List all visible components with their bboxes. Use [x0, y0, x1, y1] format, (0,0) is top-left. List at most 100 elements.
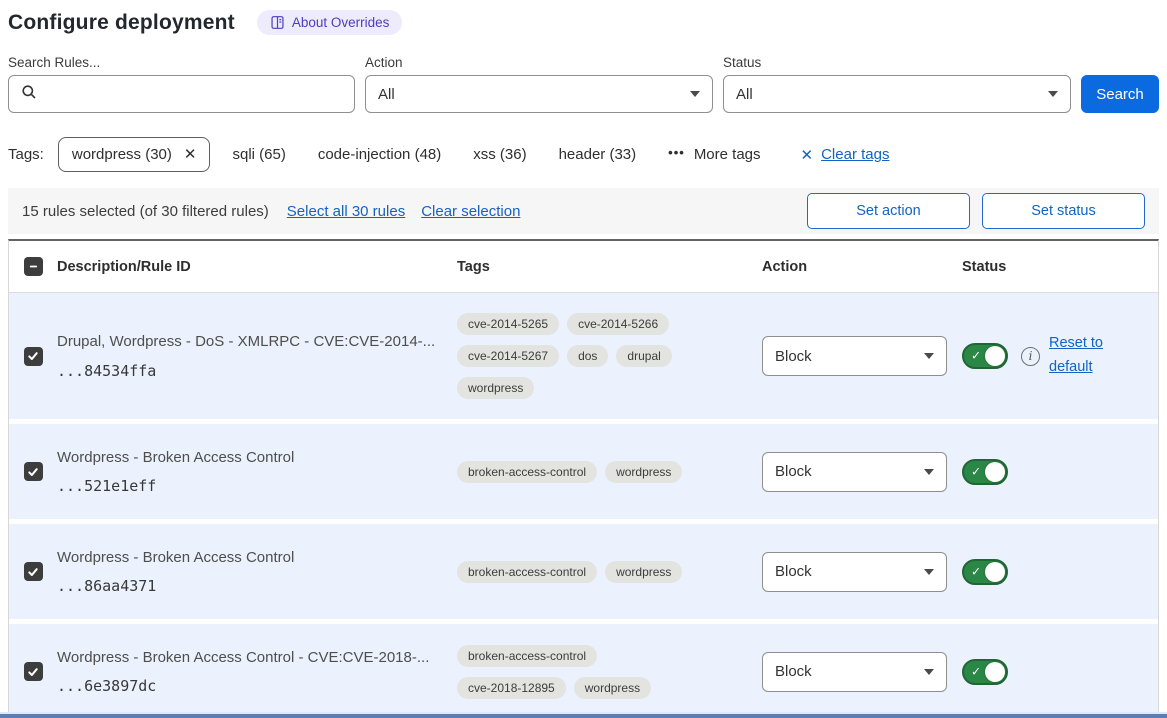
tag-chip: broken-access-control	[457, 561, 597, 583]
about-overrides-badge[interactable]: About Overrides	[257, 10, 403, 35]
rule-action-value: Block	[775, 663, 812, 680]
check-icon: ✓	[971, 664, 981, 678]
rule-tags: broken-access-control cve-2018-12895 wordp…	[457, 645, 692, 699]
tags-bar: Tags: wordpress (30) ✕ sqli (65) code-in…	[8, 137, 1159, 172]
tag-filter-header[interactable]: header (33)	[559, 146, 637, 163]
search-icon	[21, 84, 37, 104]
status-toggle[interactable]: ✓	[962, 559, 1008, 585]
search-rules-field: Search Rules...	[8, 55, 355, 113]
reset-to-default-link[interactable]: Reset to default	[1049, 332, 1111, 380]
info-icon[interactable]: i	[1021, 347, 1040, 366]
tag-chip: drupal	[616, 345, 671, 367]
search-button[interactable]: Search	[1081, 75, 1159, 113]
row-checkbox[interactable]	[24, 462, 43, 481]
remove-tag-icon[interactable]: ✕	[184, 147, 197, 162]
rule-tags: broken-access-controlwordpress	[457, 461, 692, 483]
selection-summary: 15 rules selected (of 30 filtered rules)	[22, 203, 269, 220]
set-status-button[interactable]: Set status	[982, 193, 1145, 229]
column-header-status: Status	[962, 259, 1158, 275]
rule-action-select[interactable]: Block	[762, 652, 947, 692]
status-toggle[interactable]: ✓	[962, 659, 1008, 685]
row-checkbox[interactable]	[24, 662, 43, 681]
table-body: Drupal, Wordpress - DoS - XMLRPC - CVE:C…	[9, 293, 1158, 718]
table-row: Wordpress - Broken Access Control ...521…	[9, 424, 1158, 519]
rule-id: ...6e3897dc	[57, 677, 443, 695]
book-icon	[270, 15, 285, 30]
tag-chip: cve-2018-12895	[457, 677, 566, 699]
rule-description: Drupal, Wordpress - DoS - XMLRPC - CVE:C…	[57, 332, 443, 352]
tag-chip: cve-2014-5267	[457, 345, 559, 367]
check-icon: ✓	[971, 349, 981, 363]
tag-filter-xss[interactable]: xss (36)	[473, 146, 526, 163]
filters-bar: Search Rules... Action All Status	[8, 55, 1159, 113]
action-filter-field: Action All	[365, 55, 713, 113]
search-rules-label: Search Rules...	[8, 55, 355, 70]
column-header-action: Action	[762, 259, 962, 275]
rule-tags: broken-access-control wordpress	[457, 561, 692, 583]
rule-action-value: Block	[775, 563, 812, 580]
rule-description: Wordpress - Broken Access Control	[57, 448, 443, 468]
action-filter-label: Action	[365, 55, 713, 70]
search-input[interactable]	[8, 75, 355, 113]
set-action-button[interactable]: Set action	[807, 193, 970, 229]
rule-id: ...86aa4371	[57, 577, 443, 595]
column-header-tags: Tags	[457, 259, 762, 275]
chevron-down-icon	[924, 469, 934, 475]
page-title: Configure deployment	[8, 11, 235, 35]
selected-tag-label: wordpress (30)	[72, 146, 172, 163]
search-input-field[interactable]	[45, 76, 342, 112]
tag-chip: wordpress	[457, 377, 534, 399]
more-tags-button[interactable]: ••• More tags	[668, 146, 760, 163]
ellipsis-icon: •••	[668, 145, 685, 160]
tag-filter-code-injection[interactable]: code-injection (48)	[318, 146, 441, 163]
chevron-down-icon	[924, 353, 934, 359]
status-toggle[interactable]: ✓	[962, 459, 1008, 485]
tag-chip: broken-access-control	[457, 461, 597, 483]
selected-tag-chip[interactable]: wordpress (30) ✕	[58, 137, 211, 172]
rule-action-select[interactable]: Block	[762, 552, 947, 592]
tag-chip: wordpress	[605, 561, 682, 583]
tag-chip: cve-2014-5265	[457, 313, 559, 335]
status-toggle[interactable]: ✓	[962, 343, 1008, 369]
next-row-edge	[0, 714, 1167, 718]
rule-description: Wordpress - Broken Access Control	[57, 548, 443, 568]
rule-description: Wordpress - Broken Access Control - CVE:…	[57, 648, 443, 668]
rule-action-select[interactable]: Block	[762, 336, 947, 376]
status-filter-select[interactable]: All	[723, 75, 1071, 113]
chevron-down-icon	[924, 569, 934, 575]
more-tags-label: More tags	[694, 146, 761, 163]
rule-action-value: Block	[775, 463, 812, 480]
rule-id: ...84534ffa	[57, 362, 443, 380]
column-header-description: Description/Rule ID	[57, 259, 457, 275]
toggle-knob	[985, 346, 1005, 366]
tag-chip: dos	[567, 345, 608, 367]
table-row: Wordpress - Broken Access Control - CVE:…	[9, 624, 1158, 718]
select-all-link[interactable]: Select all 30 rules	[287, 203, 405, 220]
chevron-down-icon	[924, 669, 934, 675]
toggle-knob	[985, 462, 1005, 482]
configure-deployment-page: Configure deployment About Overrides Sea…	[0, 0, 1167, 718]
tag-chip: broken-access-control	[457, 645, 597, 667]
clear-tags-label: Clear tags	[821, 146, 889, 163]
action-filter-value: All	[378, 86, 395, 103]
select-all-checkbox[interactable]	[24, 257, 43, 276]
chevron-down-icon	[690, 91, 700, 97]
check-icon: ✓	[971, 464, 981, 478]
clear-tags-button[interactable]: ✕ Clear tags	[801, 146, 890, 164]
rules-table: Description/Rule ID Tags Action Status D…	[8, 239, 1159, 718]
row-checkbox[interactable]	[24, 562, 43, 581]
clear-selection-link[interactable]: Clear selection	[421, 203, 520, 220]
action-filter-select[interactable]: All	[365, 75, 713, 113]
tag-filter-sqli[interactable]: sqli (65)	[232, 146, 285, 163]
row-checkbox[interactable]	[24, 347, 43, 366]
tag-chip: wordpress	[574, 677, 651, 699]
status-filter-value: All	[736, 86, 753, 103]
tag-chip: cve-2014-5266	[567, 313, 669, 335]
table-row: Drupal, Wordpress - DoS - XMLRPC - CVE:C…	[9, 293, 1158, 419]
about-overrides-label: About Overrides	[292, 15, 390, 30]
status-filter-field: Status All	[723, 55, 1071, 113]
close-icon: ✕	[801, 146, 814, 164]
rule-tags: cve-2014-5265 cve-2014-5266 cve-2014-5267 d…	[457, 313, 692, 399]
rule-action-select[interactable]: Block	[762, 452, 947, 492]
table-header-row: Description/Rule ID Tags Action Status	[9, 241, 1158, 293]
